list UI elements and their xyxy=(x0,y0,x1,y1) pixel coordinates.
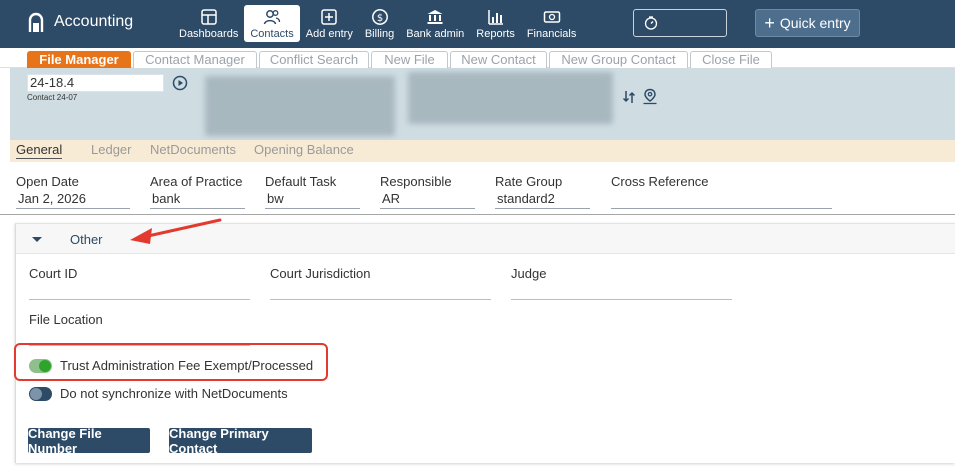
subtab-ledger[interactable]: Ledger xyxy=(91,142,131,157)
responsible-field[interactable]: Responsible AR xyxy=(380,174,475,209)
tab-new-contact[interactable]: New Contact xyxy=(450,51,547,68)
nav-label: Financials xyxy=(526,28,577,40)
tab-close-file[interactable]: Close File xyxy=(690,51,772,68)
timer-widget[interactable] xyxy=(633,9,727,37)
nav-label: Reports xyxy=(476,28,515,40)
field-label: Judge xyxy=(511,266,547,281)
plus-icon: + xyxy=(764,13,775,33)
nav-dashboards[interactable]: Dashboards xyxy=(173,5,244,42)
field-value[interactable]: AR xyxy=(380,190,475,209)
file-number-field[interactable]: 24-18.4 xyxy=(27,74,164,92)
field-value[interactable] xyxy=(511,281,732,300)
tab-conflict-search[interactable]: Conflict Search xyxy=(259,51,369,68)
field-label: Default Task xyxy=(265,174,337,189)
redacted-contact-info xyxy=(205,76,395,136)
netdocuments-sync-toggle-row[interactable]: Do not synchronize with NetDocuments xyxy=(29,386,288,401)
court-id-field[interactable]: Court ID xyxy=(29,266,250,300)
field-value[interactable]: standard2 xyxy=(495,190,590,209)
subtab-general[interactable]: General xyxy=(16,142,63,159)
map-pin-icon[interactable] xyxy=(642,88,658,105)
nav-label: Billing xyxy=(364,28,395,40)
nav-label: Add entry xyxy=(305,28,353,40)
section-divider xyxy=(0,214,955,215)
toggle-label: Do not synchronize with NetDocuments xyxy=(60,386,288,401)
tab-contact-manager[interactable]: Contact Manager xyxy=(133,51,257,68)
field-value[interactable]: bank xyxy=(150,190,245,209)
nav-financials[interactable]: Financials xyxy=(521,5,583,42)
billing-icon: $ xyxy=(371,9,388,25)
dashboard-icon xyxy=(200,9,217,25)
redacted-address-info xyxy=(408,72,613,124)
nav-label: Dashboards xyxy=(179,28,239,40)
field-label: Responsible xyxy=(380,174,452,189)
play-icon[interactable] xyxy=(172,75,188,91)
app-logo-icon xyxy=(28,12,44,32)
top-navigation-bar: Accounting Dashboards Contacts Add entry… xyxy=(0,0,955,48)
bank-icon xyxy=(427,10,443,24)
file-header-panel: 24-18.4 Contact 24-07 xyxy=(10,68,955,140)
subtab-netdocuments[interactable]: NetDocuments xyxy=(150,142,236,157)
field-label: Open Date xyxy=(16,174,79,189)
tab-new-file[interactable]: New File xyxy=(371,51,448,68)
transfer-icon[interactable] xyxy=(622,89,636,105)
netdocuments-sync-toggle[interactable] xyxy=(29,386,52,401)
field-value[interactable] xyxy=(29,281,250,300)
change-primary-contact-button[interactable]: Change Primary Contact xyxy=(169,426,312,456)
financials-icon xyxy=(543,11,560,23)
nav-label: Bank admin xyxy=(406,28,465,40)
timer-icon xyxy=(644,16,658,30)
field-label: Court ID xyxy=(29,266,78,281)
field-value[interactable] xyxy=(270,281,491,300)
general-fields: Open Date Jan 2, 2026 Area of Practice b… xyxy=(0,170,955,212)
nav-billing[interactable]: $ Billing xyxy=(359,5,400,42)
quick-entry-label: Quick entry xyxy=(779,15,851,31)
other-section-header[interactable]: Other xyxy=(16,224,955,254)
judge-field[interactable]: Judge xyxy=(511,266,732,300)
field-label: File Location xyxy=(29,312,103,327)
nav-label: Contacts xyxy=(250,28,294,40)
open-date-field[interactable]: Open Date Jan 2, 2026 xyxy=(16,174,130,209)
quick-entry-button[interactable]: + Quick entry xyxy=(755,9,860,37)
add-entry-icon xyxy=(321,9,338,25)
default-task-field[interactable]: Default Task bw xyxy=(265,174,360,209)
nav-add-entry[interactable]: Add entry xyxy=(300,5,359,42)
main-tabs: File Manager Contact Manager Conflict Se… xyxy=(0,48,955,68)
app-title: Accounting xyxy=(54,13,134,30)
field-value[interactable]: Jan 2, 2026 xyxy=(16,190,130,209)
tab-file-manager[interactable]: File Manager xyxy=(27,51,131,68)
collapse-caret-icon[interactable] xyxy=(32,237,42,242)
change-file-number-button[interactable]: Change File Number xyxy=(28,426,150,456)
main-nav: Dashboards Contacts Add entry $ Billing … xyxy=(173,5,582,42)
contacts-icon xyxy=(263,10,281,25)
annotation-highlight-box xyxy=(14,343,328,381)
rate-group-field[interactable]: Rate Group standard2 xyxy=(495,174,590,209)
other-section-label: Other xyxy=(70,232,103,247)
cross-reference-field[interactable]: Cross Reference xyxy=(611,174,832,209)
nav-reports[interactable]: Reports xyxy=(470,5,521,42)
area-of-practice-field[interactable]: Area of Practice bank xyxy=(150,174,245,209)
contact-reference: Contact 24-07 xyxy=(27,93,78,102)
file-location-field[interactable]: File Location xyxy=(29,312,250,346)
court-jurisdiction-field[interactable]: Court Jurisdiction xyxy=(270,266,491,300)
svg-text:$: $ xyxy=(376,13,382,24)
field-value[interactable]: bw xyxy=(265,190,360,209)
field-label: Court Jurisdiction xyxy=(270,266,371,281)
reports-icon xyxy=(487,10,503,25)
nav-contacts[interactable]: Contacts xyxy=(244,5,300,42)
subtab-opening-balance[interactable]: Opening Balance xyxy=(254,142,354,157)
tab-new-group-contact[interactable]: New Group Contact xyxy=(549,51,688,68)
field-label: Area of Practice xyxy=(150,174,243,189)
brand[interactable]: Accounting xyxy=(28,12,133,32)
nav-bank-admin[interactable]: Bank admin xyxy=(400,5,470,42)
field-value[interactable] xyxy=(611,190,832,209)
toggle-knob xyxy=(30,387,42,400)
sub-tabs: General Ledger NetDocuments Opening Bala… xyxy=(10,140,955,162)
field-label: Rate Group xyxy=(495,174,563,189)
field-label: Cross Reference xyxy=(611,174,709,189)
